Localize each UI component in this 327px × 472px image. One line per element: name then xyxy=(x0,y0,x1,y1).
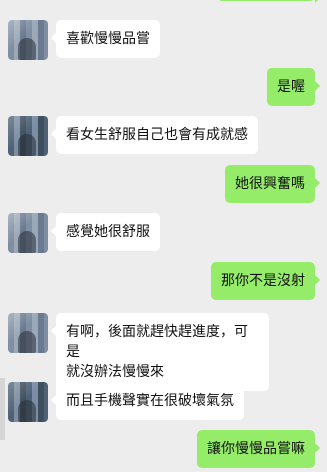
message-bubble-incoming[interactable]: 看女生舒服自己也會有成就感 xyxy=(51,116,258,154)
message-bubble-outgoing[interactable]: 是喔 xyxy=(267,68,320,106)
contact-avatar[interactable] xyxy=(8,313,48,353)
contact-avatar[interactable] xyxy=(8,116,48,156)
message-bubble-incoming[interactable]: 有啊，後面就趕快趕進度，可是 就沒辦法慢慢來 xyxy=(51,313,269,391)
message-bubble-incoming[interactable]: 喜歡慢慢品嘗 xyxy=(51,20,160,58)
message-bubble-incoming[interactable]: 感覺她很舒服 xyxy=(51,213,160,251)
message-bubble-outgoing[interactable]: 那你不是沒射 xyxy=(211,262,320,300)
message-bubble-outgoing[interactable] xyxy=(217,0,320,3)
scroll-edge-indicator xyxy=(0,378,5,440)
contact-avatar[interactable] xyxy=(8,213,48,253)
contact-avatar[interactable] xyxy=(8,382,48,422)
message-bubble-outgoing[interactable]: 她很興奮嗎 xyxy=(225,165,320,203)
message-bubble-incoming[interactable]: 而且手機聲實在很破壞氣氛 xyxy=(51,382,244,420)
contact-avatar[interactable] xyxy=(8,20,48,60)
message-bubble-outgoing[interactable]: 讓你慢慢品嘗嘛 xyxy=(197,430,320,468)
